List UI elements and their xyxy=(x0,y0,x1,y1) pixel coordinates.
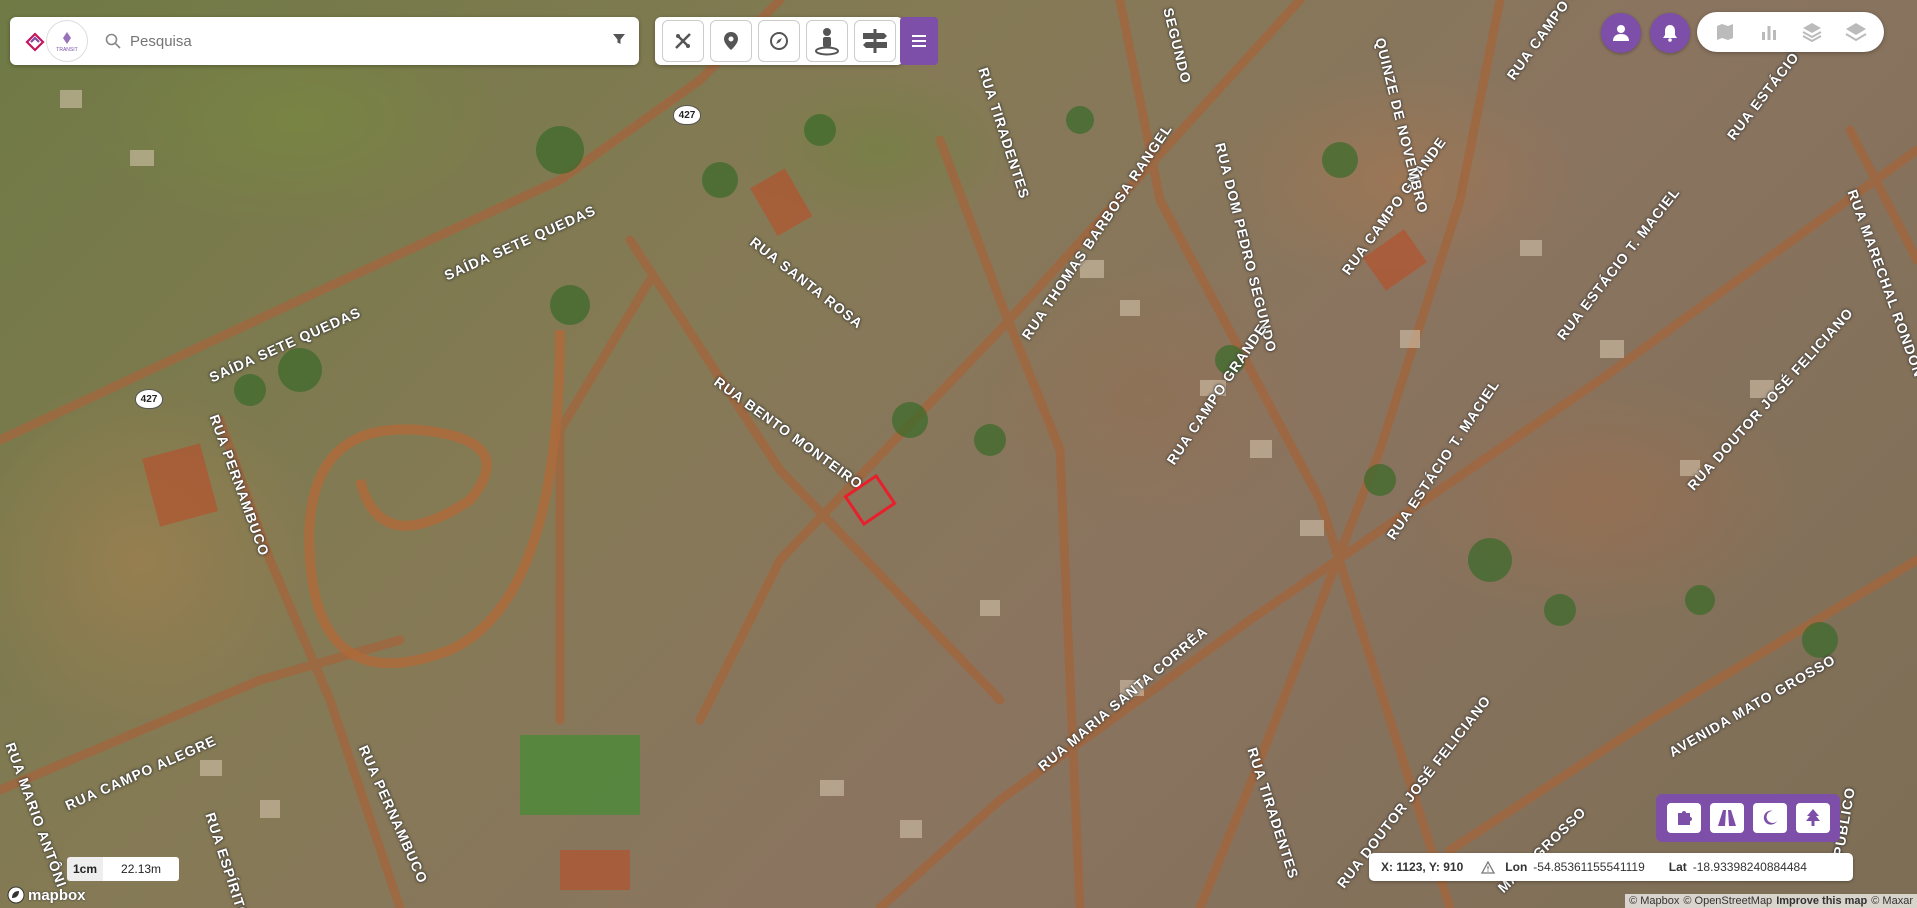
bell-icon xyxy=(1663,25,1677,42)
lat-value: -18.93398240884484 xyxy=(1692,860,1807,874)
measure-tool-button[interactable] xyxy=(662,20,704,62)
search-input[interactable] xyxy=(128,31,602,51)
folded-map-icon xyxy=(1716,24,1733,40)
org-logo[interactable]: TRANSIT xyxy=(46,20,88,62)
street-view-button[interactable] xyxy=(806,20,848,62)
compass-icon xyxy=(770,32,788,50)
notifications-button[interactable] xyxy=(1650,13,1690,53)
hamburger-menu-icon xyxy=(912,35,926,47)
map-scale: 1cm 22.13m xyxy=(67,857,180,881)
improve-map-link[interactable]: Improve this map xyxy=(1776,895,1867,907)
road-icon xyxy=(1717,810,1736,826)
warning-triangle-icon xyxy=(1481,860,1496,874)
measure-ruler-icon xyxy=(675,33,691,49)
mapbox-logo[interactable]: mapbox xyxy=(7,886,86,904)
route-shield: 427 xyxy=(673,105,701,125)
basemap-layers-icon xyxy=(1845,23,1867,42)
marker-tool-button[interactable] xyxy=(710,20,752,62)
map-toolbar xyxy=(655,17,903,65)
map-view-button[interactable] xyxy=(1710,17,1740,47)
attribution-mapbox[interactable]: © Mapbox xyxy=(1629,895,1679,907)
map-pin-icon xyxy=(724,32,738,50)
satellite-map[interactable]: SAÍDA SETE QUEDAS SAÍDA SETE QUEDAS RUA … xyxy=(0,0,1917,908)
cursor-xy: X: 1123, Y: 910 xyxy=(1381,860,1464,874)
scale-unit: 1cm xyxy=(67,857,104,881)
app-logo-icon xyxy=(25,32,45,52)
tree-icon xyxy=(1805,809,1820,826)
search-icon xyxy=(105,33,121,49)
layers-stack-icon xyxy=(1802,23,1822,43)
filter-icon[interactable] xyxy=(611,31,627,47)
street-view-person-icon xyxy=(815,28,839,56)
search-bar: TRANSIT xyxy=(10,17,639,65)
svg-text:TRANSIT: TRANSIT xyxy=(56,47,77,53)
user-icon xyxy=(1613,25,1629,41)
settings-mode-button[interactable] xyxy=(1666,803,1701,833)
basemap-button[interactable] xyxy=(1841,17,1871,47)
directions-sign-button[interactable] xyxy=(854,20,896,62)
route-shield: 427 xyxy=(135,389,163,409)
map-attribution: © Mapbox © OpenStreetMap Improve this ma… xyxy=(1625,894,1917,908)
layer-switcher xyxy=(1697,12,1884,52)
bar-chart-icon xyxy=(1761,26,1776,40)
gear-puzzle-icon xyxy=(1677,811,1692,825)
moon-icon xyxy=(1763,810,1777,825)
attribution-maxar[interactable]: © Maxar xyxy=(1871,895,1913,907)
statistics-button[interactable] xyxy=(1754,17,1784,47)
lon-value: -54.85361155541119 xyxy=(1533,860,1645,874)
signpost-icon xyxy=(863,29,887,53)
lat-label: Lat xyxy=(1668,860,1687,874)
map-mode-toolbar xyxy=(1656,794,1840,842)
layers-button[interactable] xyxy=(1797,17,1827,47)
road-network xyxy=(0,0,1917,908)
lon-label: Lon xyxy=(1505,860,1528,874)
org-logo-icon: TRANSIT xyxy=(56,32,78,53)
compass-tool-button[interactable] xyxy=(758,20,800,62)
coordinates-readout: X: 1123, Y: 910 Lon -54.85361155541119 L… xyxy=(1369,853,1853,881)
night-mode-button[interactable] xyxy=(1752,803,1787,833)
main-menu-button[interactable] xyxy=(900,17,938,65)
mapbox-wordmark: mapbox xyxy=(28,886,86,904)
attribution-osm[interactable]: © OpenStreetMap xyxy=(1683,895,1772,907)
vegetation-layer-button[interactable] xyxy=(1795,803,1830,833)
scale-distance: 22.13m xyxy=(103,857,180,881)
mapbox-logo-icon xyxy=(7,886,25,904)
road-view-button[interactable] xyxy=(1709,803,1744,833)
user-profile-button[interactable] xyxy=(1601,13,1641,53)
